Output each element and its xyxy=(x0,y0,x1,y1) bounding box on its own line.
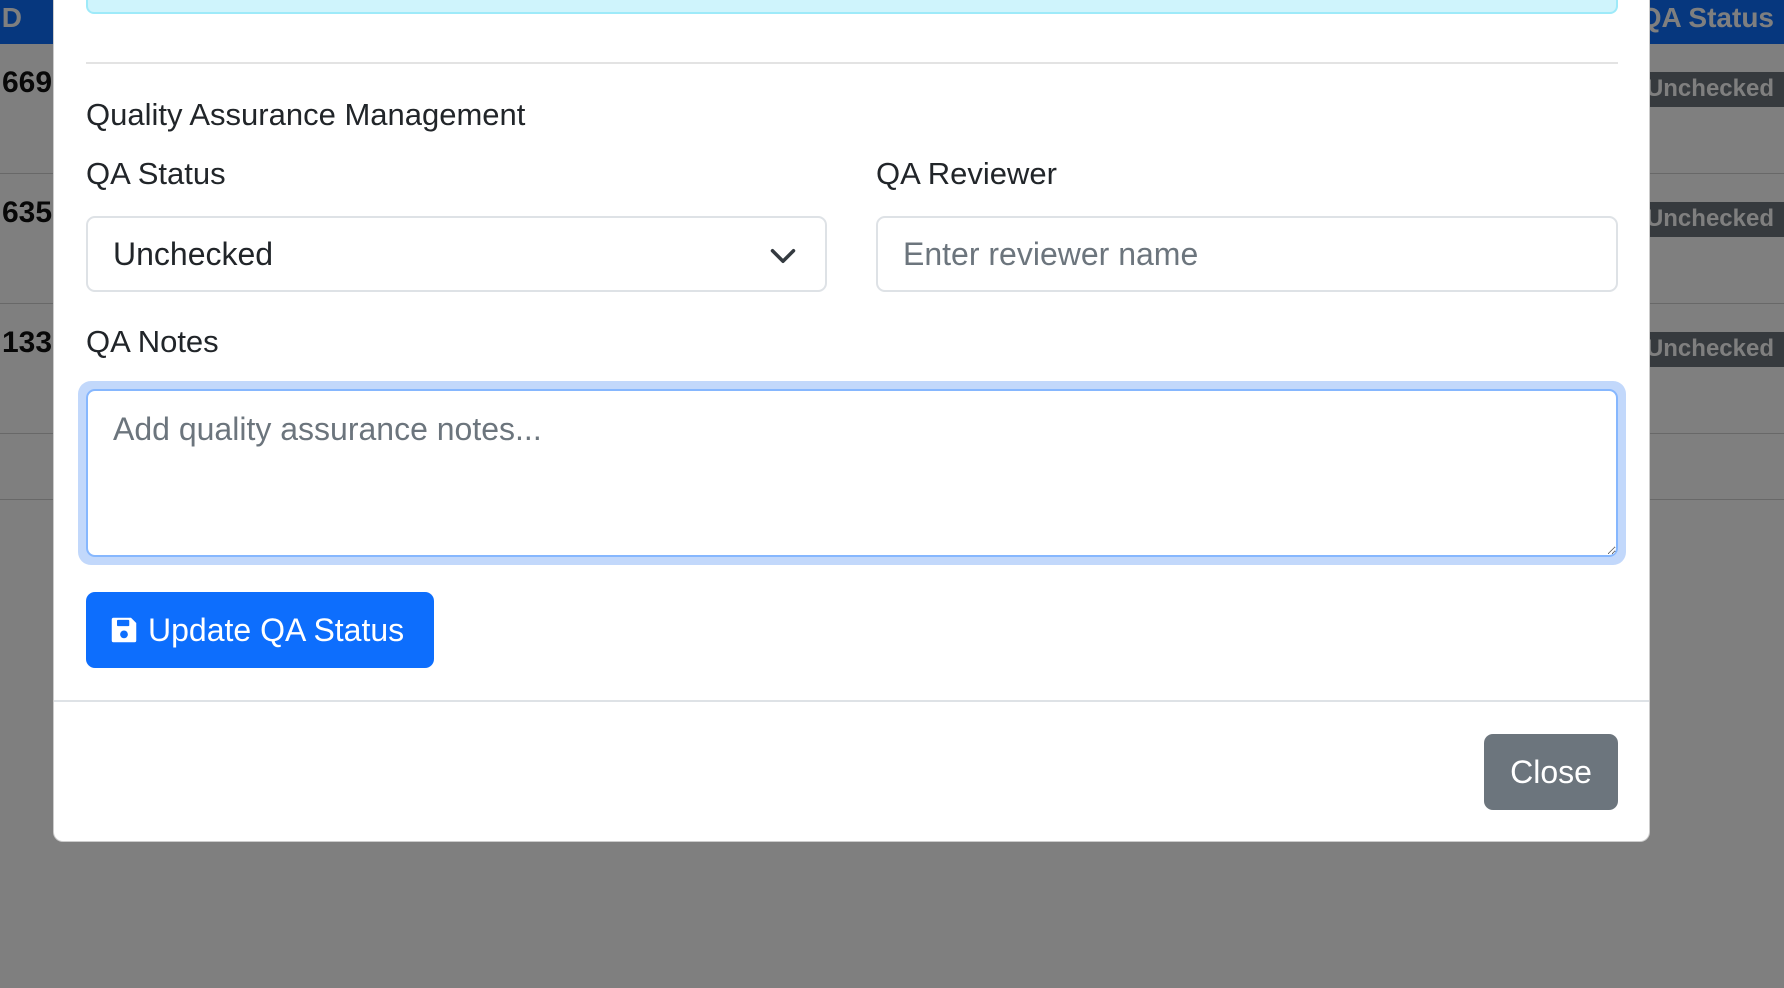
close-button[interactable]: Close xyxy=(1484,734,1618,810)
update-qa-status-button[interactable]: Update QA Status xyxy=(86,592,434,668)
info-alert xyxy=(86,0,1618,14)
qa-modal: Quality Assurance Management QA Status U… xyxy=(53,0,1650,842)
update-button-label: Update QA Status xyxy=(148,611,405,648)
qa-reviewer-label: QA Reviewer xyxy=(876,156,1057,191)
modal-footer-divider xyxy=(54,700,1649,702)
save-icon xyxy=(111,617,137,643)
qa-notes-label: QA Notes xyxy=(86,324,219,359)
qa-notes-textarea[interactable] xyxy=(86,389,1618,557)
section-title: Quality Assurance Management xyxy=(86,97,526,132)
qa-status-selected-value: Unchecked xyxy=(113,235,274,272)
chevron-down-icon xyxy=(770,249,796,263)
qa-reviewer-input[interactable] xyxy=(876,216,1618,292)
section-divider xyxy=(86,62,1618,64)
qa-status-select[interactable]: Unchecked xyxy=(86,216,827,292)
qa-status-label: QA Status xyxy=(86,156,226,191)
